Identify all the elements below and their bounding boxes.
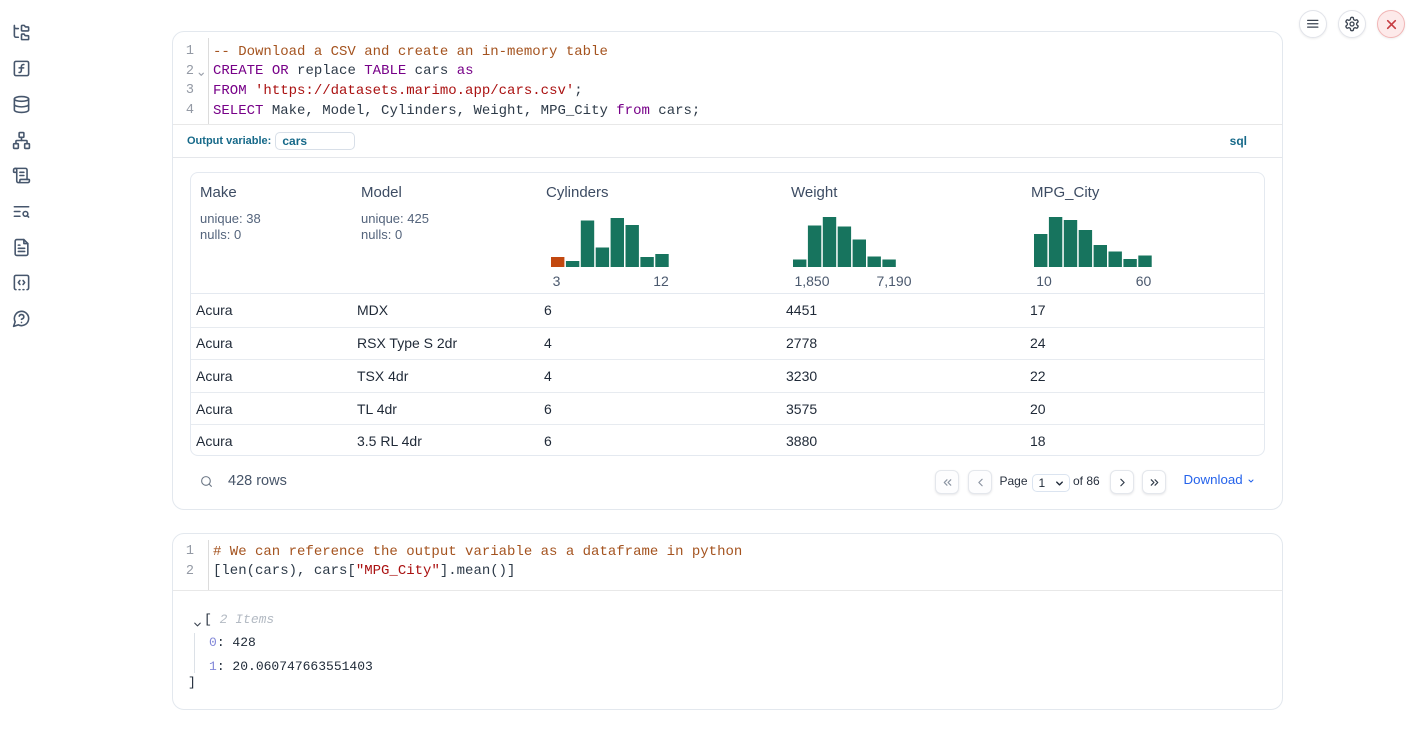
svg-text:12: 12 [653, 273, 669, 289]
svg-text:3: 3 [553, 273, 561, 289]
svg-text:10: 10 [1036, 273, 1052, 289]
svg-text:7,190: 7,190 [876, 273, 911, 289]
svg-text:60: 60 [1136, 273, 1152, 289]
svg-text:1,850: 1,850 [794, 273, 829, 289]
